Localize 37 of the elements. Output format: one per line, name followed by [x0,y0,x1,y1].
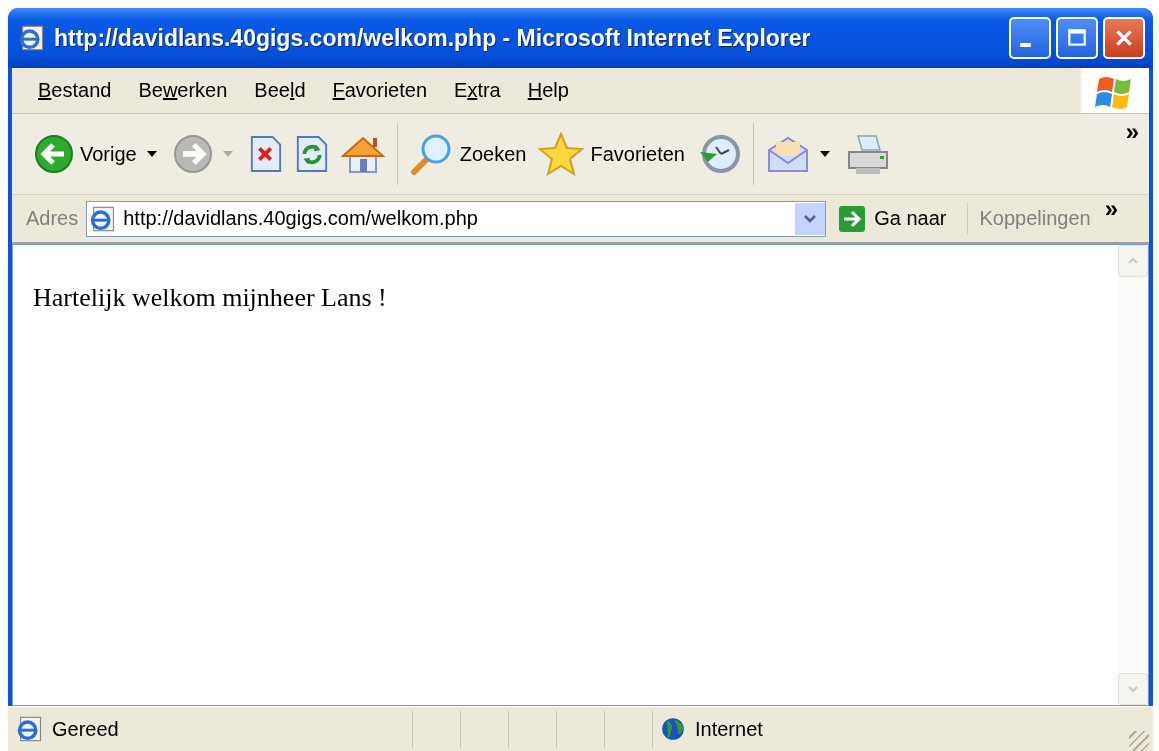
home-icon [340,134,385,174]
globe-icon [661,717,685,741]
address-field[interactable]: http://davidlans.40gigs.com/welkom.php [86,200,827,237]
menu-item[interactable]: Favorieten [320,75,443,106]
minimize-button[interactable] [1009,17,1051,59]
maximize-icon [1066,27,1088,49]
window-title: http://davidlans.40gigs.com/welkom.php - Microsoft Internet Explorer [54,24,812,52]
stop-icon [248,134,283,174]
menu-item[interactable]: Extra [442,75,516,106]
minimize-icon [1019,43,1031,47]
favorites-button[interactable]: Favorieten [532,128,691,180]
status-text: Gereed [52,717,119,741]
close-button[interactable] [1103,17,1145,59]
arrow-right-icon [838,204,867,233]
page-icon [18,24,46,52]
more-button[interactable]: » [1090,195,1125,223]
star-icon [538,132,585,176]
back-button[interactable]: Vorige [28,130,143,178]
maximize-button[interactable] [1056,17,1098,59]
address-label: Adres [25,207,80,230]
chevron-down-icon [1127,683,1139,695]
menu-item[interactable]: Help [515,75,584,106]
menu-item[interactable]: Beeld [242,75,321,106]
welcome-text: Hartelijk welkom mijnheer Lans ! [33,283,388,313]
refresh-icon [294,134,329,174]
envelope-icon [765,134,810,174]
resize-grip-icon[interactable] [1129,731,1149,751]
more-button[interactable]: » [1115,114,1149,150]
page-icon [16,715,44,743]
windows-logo [1081,68,1149,113]
menu-item[interactable]: Bestand [26,75,127,106]
search-button[interactable]: Zoeken [403,128,533,180]
security-zone-text: Internet [695,717,763,741]
go-button[interactable]: Ga naar [838,202,968,235]
dropdown-button[interactable] [795,202,826,235]
close-icon [1113,27,1135,49]
menu-item[interactable]: Bewerken [126,75,243,106]
